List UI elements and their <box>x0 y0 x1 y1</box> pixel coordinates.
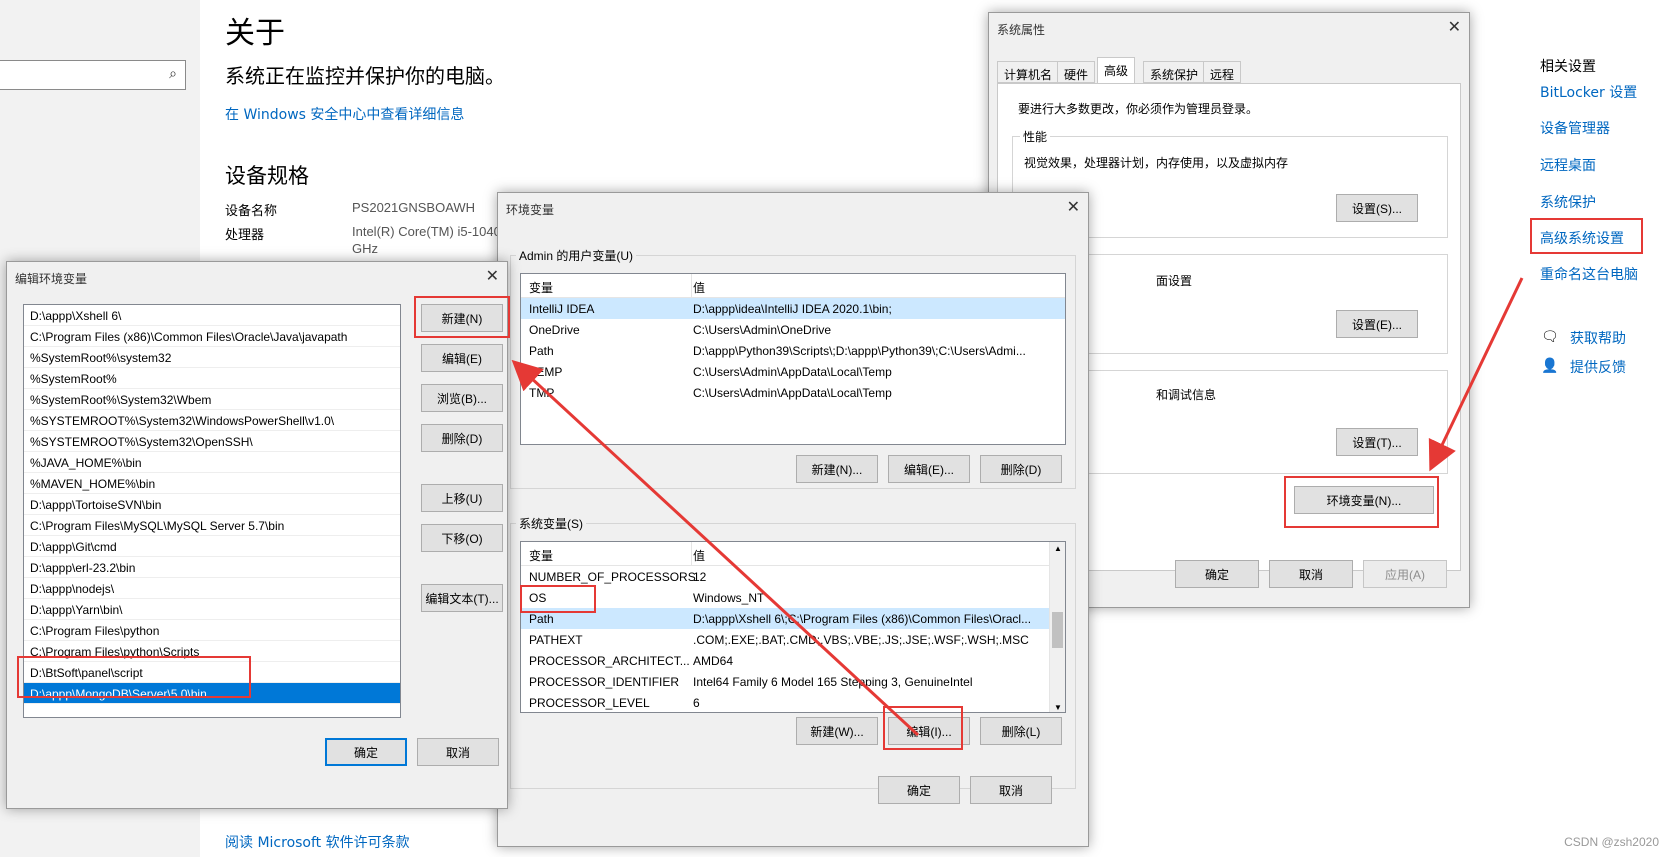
arrow-to-new-button <box>511 359 920 737</box>
annotation-arrows <box>511 277 1524 737</box>
arrow-to-envvars <box>1428 277 1524 472</box>
